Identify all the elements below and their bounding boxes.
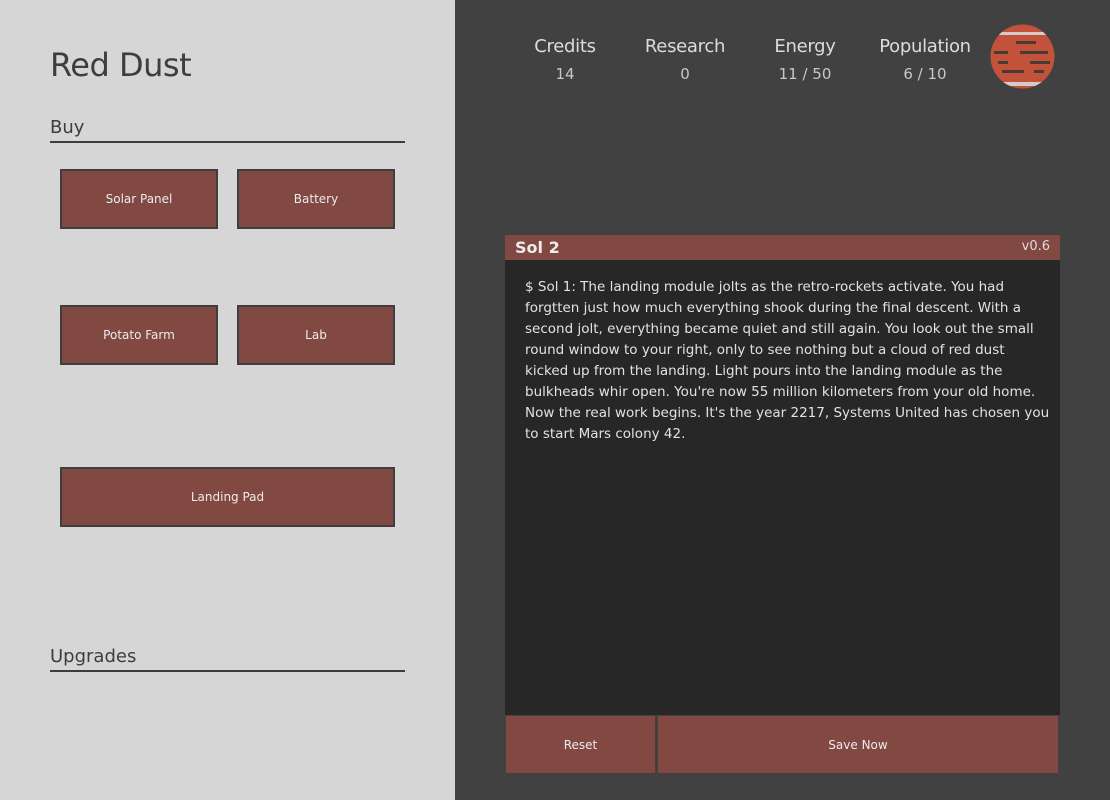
sidebar: Red Dust Buy Solar Panel Battery Potato …: [0, 0, 455, 800]
sol-counter: Sol 2: [515, 238, 560, 257]
buy-battery-button[interactable]: Battery: [237, 169, 395, 229]
buy-landing-pad-button[interactable]: Landing Pad: [60, 467, 395, 527]
stat-population-label: Population: [879, 36, 971, 57]
mars-planet-icon: [990, 24, 1055, 89]
stat-research-value: 0: [680, 65, 690, 83]
reset-button[interactable]: Reset: [506, 716, 655, 773]
stat-research-label: Research: [644, 36, 726, 57]
stat-energy-value: 11 / 50: [778, 65, 832, 83]
event-log-text: $ Sol 1: The landing module jolts as the…: [525, 279, 1050, 442]
upgrades-section-heading: Upgrades: [50, 646, 405, 672]
event-log-header: Sol 2 v0.6: [505, 235, 1060, 260]
save-now-button[interactable]: Save Now: [658, 716, 1058, 773]
buy-section-heading: Buy: [50, 117, 405, 143]
stat-energy: Energy 11 / 50: [745, 36, 865, 83]
stat-credits-value: 14: [555, 65, 575, 83]
buy-solar-panel-button[interactable]: Solar Panel: [60, 169, 218, 229]
buy-potato-farm-button[interactable]: Potato Farm: [60, 305, 218, 365]
stat-research: Research 0: [625, 36, 745, 83]
stat-credits: Credits 14: [505, 36, 625, 83]
stat-population: Population 6 / 10: [865, 36, 985, 83]
stat-credits-label: Credits: [534, 36, 596, 57]
version-label: v0.6: [1021, 239, 1050, 254]
stat-energy-label: Energy: [774, 36, 836, 57]
app-title: Red Dust: [50, 46, 192, 84]
stat-population-value: 6 / 10: [903, 65, 947, 83]
buy-lab-button[interactable]: Lab: [237, 305, 395, 365]
event-log-panel: Sol 2 v0.6 $ Sol 1: The landing module j…: [505, 235, 1060, 715]
